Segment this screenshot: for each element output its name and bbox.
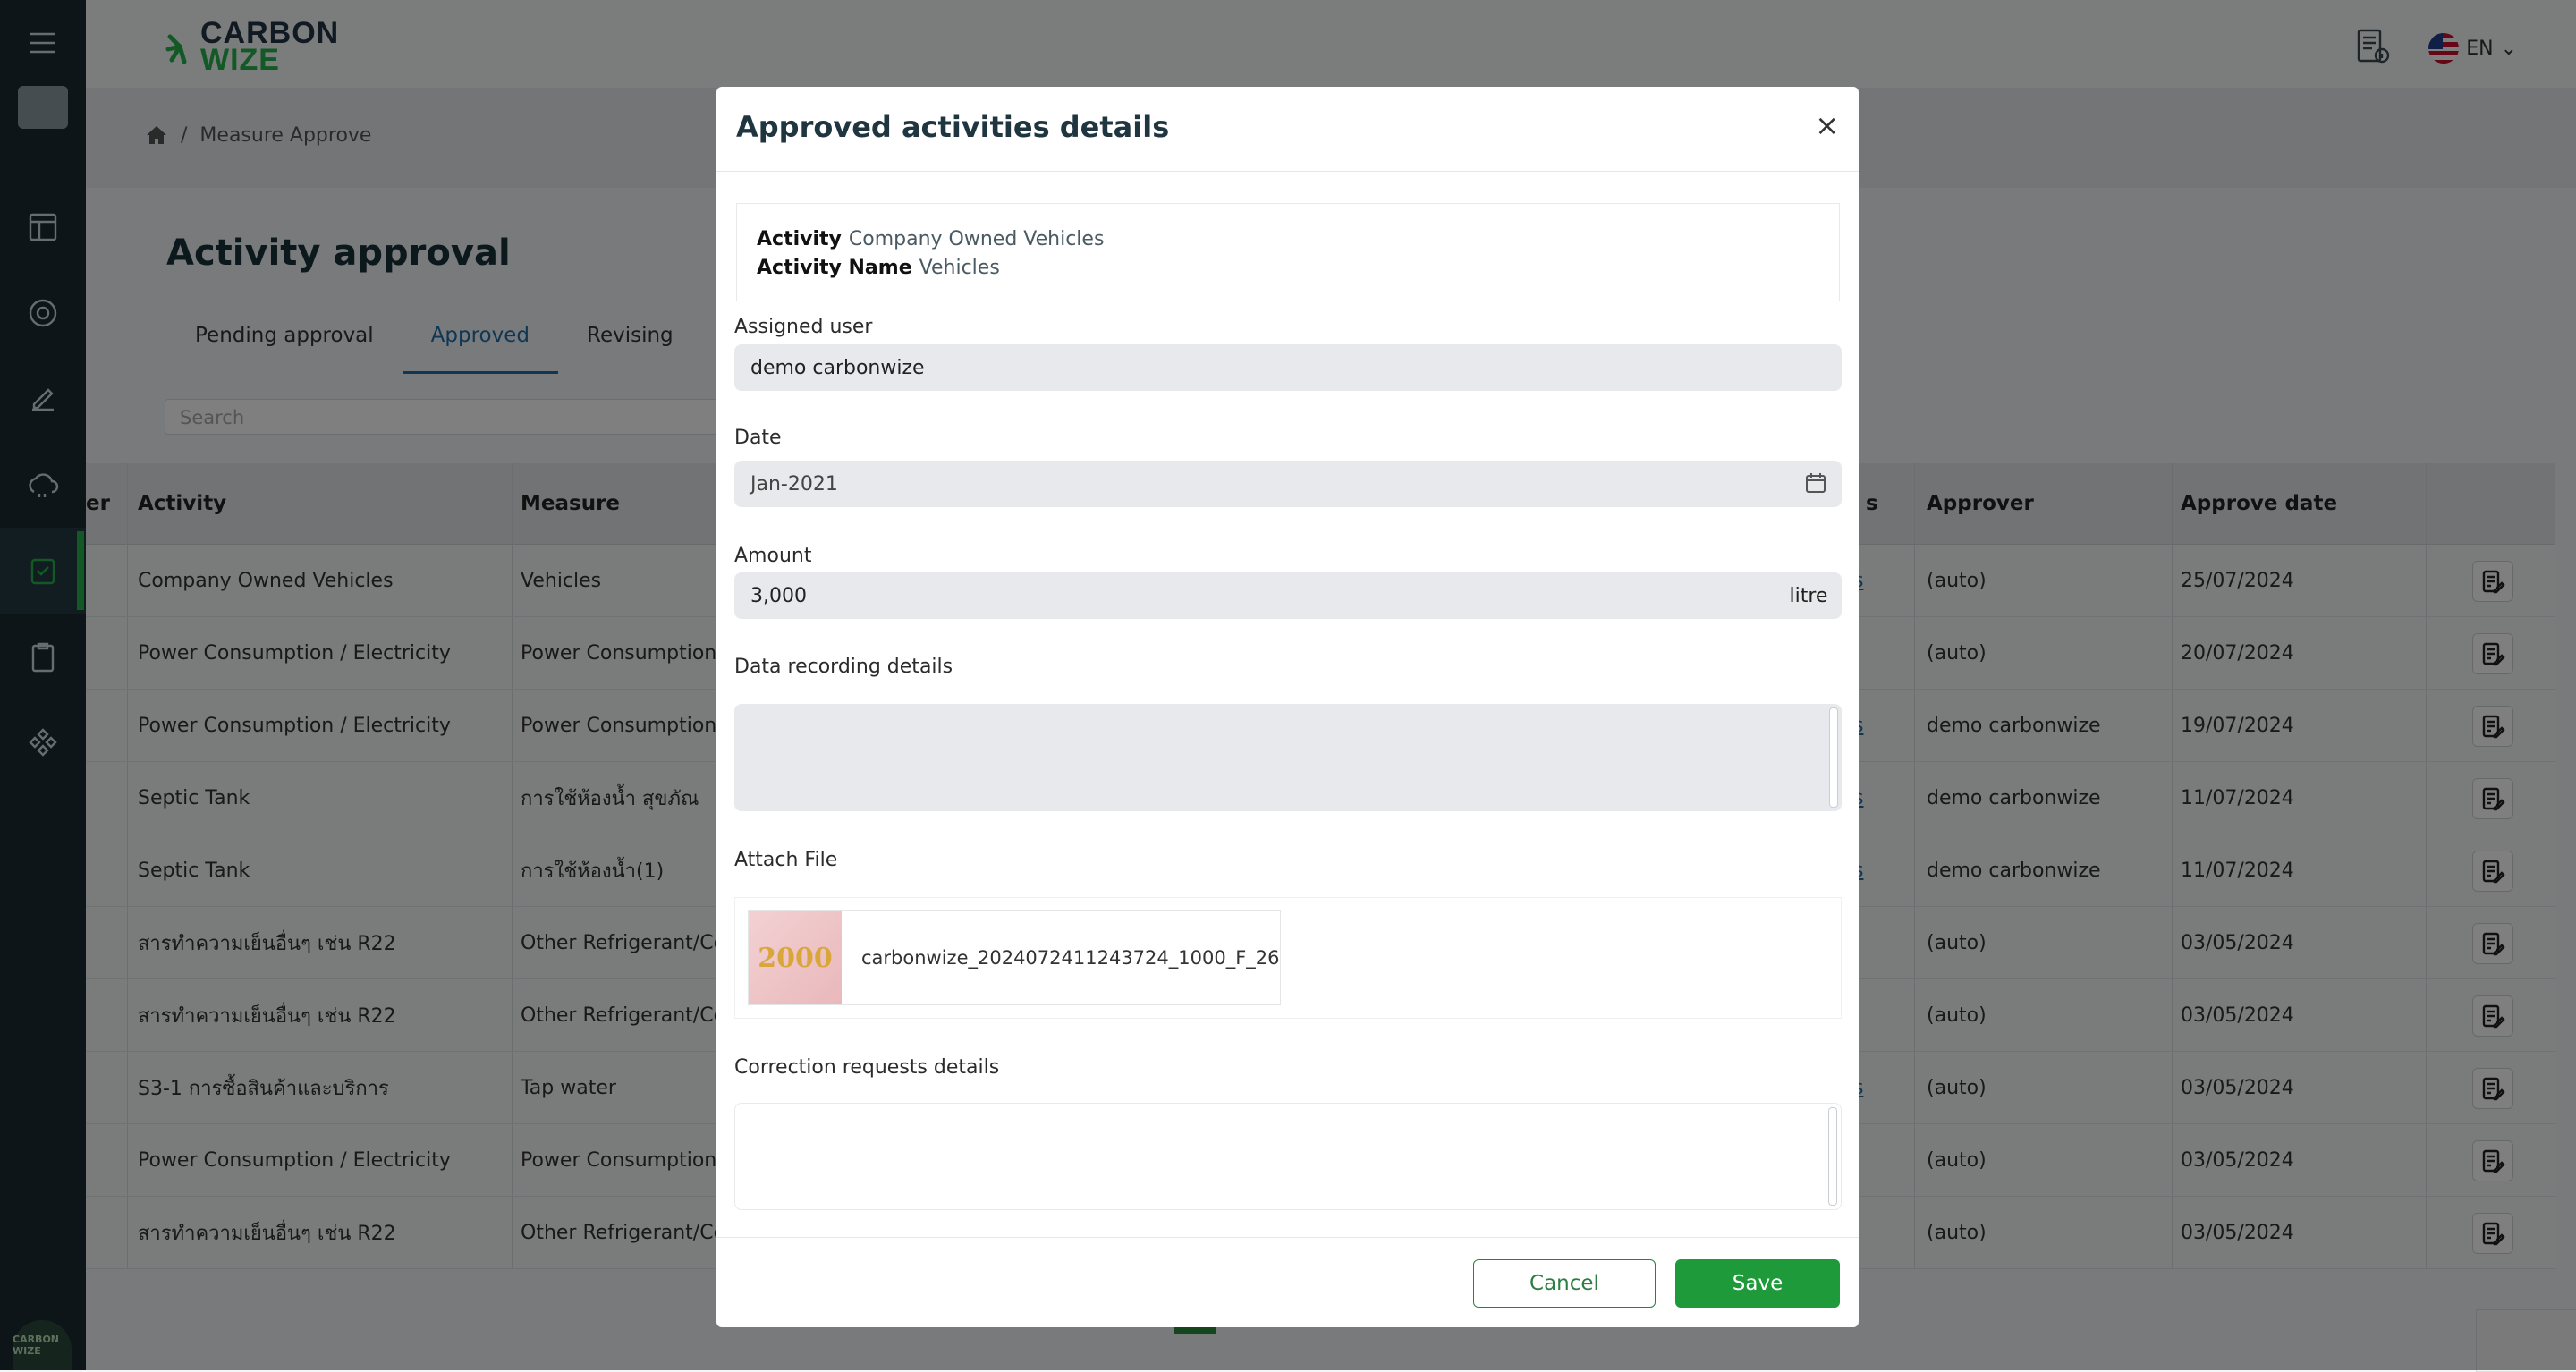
attached-file[interactable]: 2000 carbonwize_20240724112437​24_1000_F… [748, 910, 1281, 1005]
date-value: Jan-2021 [750, 472, 838, 495]
correction-requests-textarea[interactable] [734, 1103, 1842, 1210]
assigned-user-field[interactable]: demo carbonwize [734, 344, 1842, 391]
approved-details-modal: Approved activities details × Activity Co… [716, 87, 1859, 1327]
close-icon[interactable]: × [1815, 108, 1839, 142]
calendar-icon[interactable] [1804, 471, 1827, 495]
activity-name-label: Activity Name [757, 257, 912, 279]
amount-label: Amount [734, 545, 812, 567]
amount-value: 3,000 [750, 584, 807, 607]
attach-file-area: 2000 carbonwize_20240724112437​24_1000_F… [734, 897, 1842, 1019]
date-field[interactable]: Jan-2021 [734, 461, 1842, 507]
data-recording-label: Data recording details [734, 656, 953, 678]
modal-footer: Cancel Save [716, 1237, 1859, 1327]
textarea-scrollbar[interactable] [1828, 1107, 1837, 1206]
attach-file-label: Attach File [734, 849, 838, 871]
date-label: Date [734, 427, 782, 449]
activity-name-value: Vehicles [919, 257, 1000, 279]
activity-value: Company Owned Vehicles [848, 228, 1105, 250]
amount-field[interactable]: 3,000 litre [734, 572, 1842, 619]
file-thumbnail: 2000 [749, 911, 842, 1004]
assigned-user-label: Assigned user [734, 316, 873, 338]
modal-header: Approved activities details × [716, 87, 1859, 172]
correction-requests-label: Correction requests details [734, 1056, 1000, 1079]
data-recording-textarea[interactable] [734, 704, 1842, 811]
save-button[interactable]: Save [1675, 1259, 1840, 1308]
activity-label: Activity [757, 228, 842, 250]
activity-info-box: Activity Company Owned Vehicles Activity … [736, 203, 1840, 301]
cancel-button[interactable]: Cancel [1473, 1259, 1656, 1308]
amount-unit: litre [1775, 572, 1842, 619]
file-name: carbonwize_20240724112437​24_1000_F_2682… [861, 947, 1281, 969]
textarea-scrollbar[interactable] [1829, 707, 1838, 808]
modal-title: Approved activities details [736, 110, 1170, 144]
